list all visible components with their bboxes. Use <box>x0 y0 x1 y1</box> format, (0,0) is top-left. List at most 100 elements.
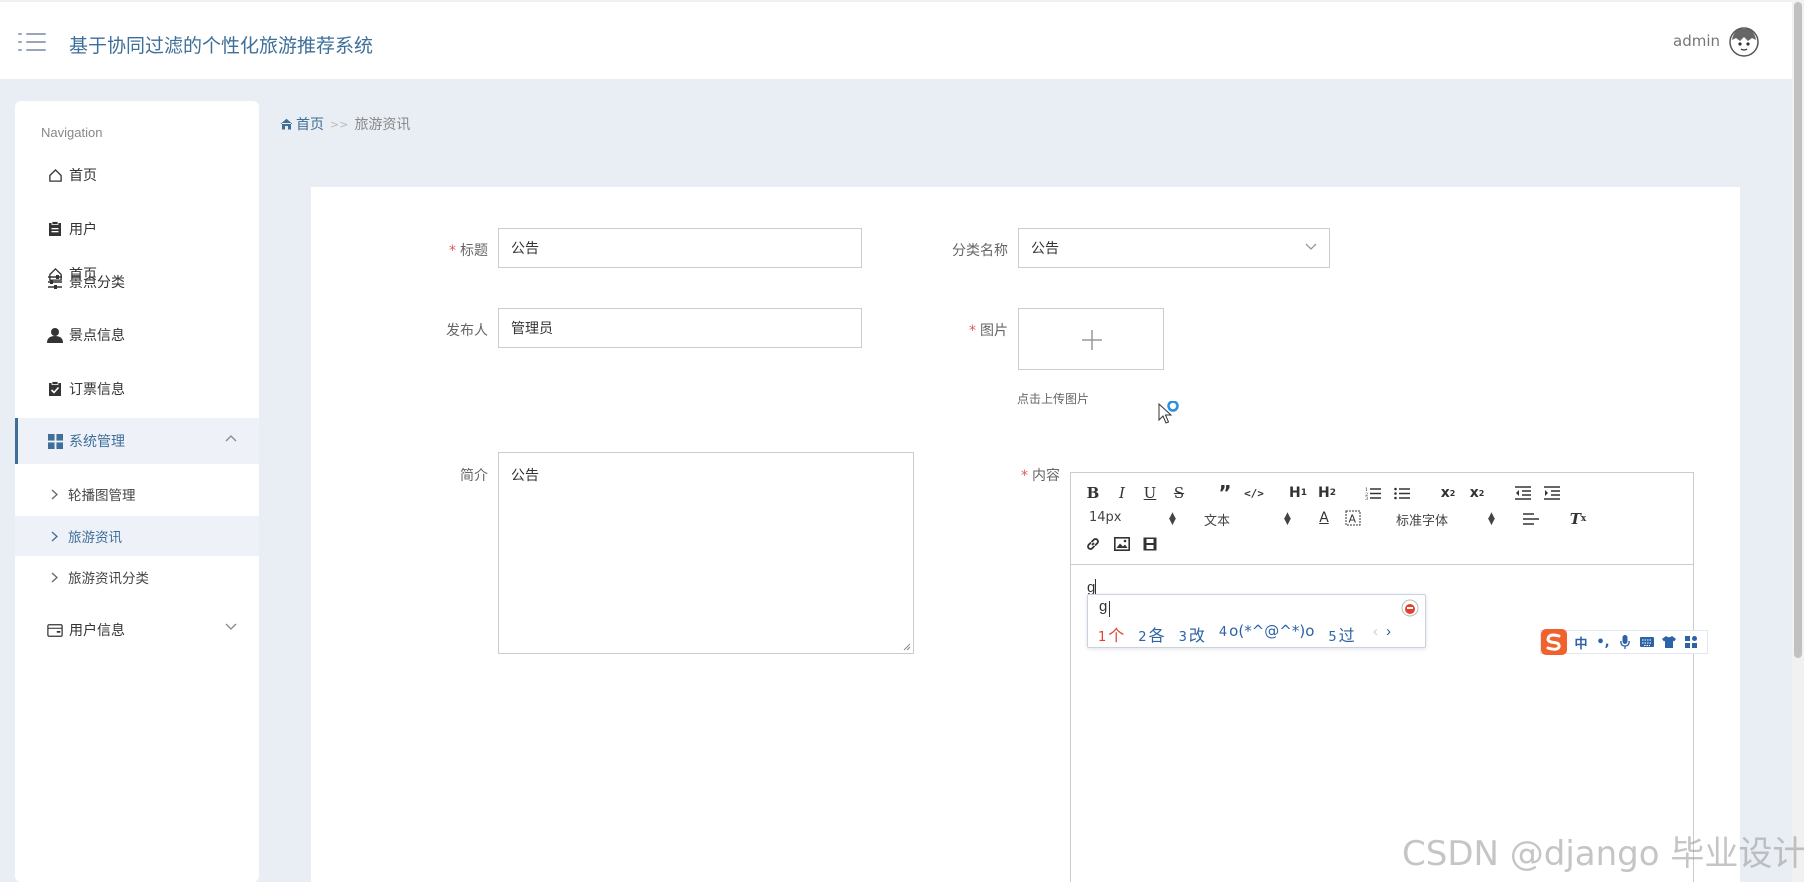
subscript-icon[interactable]: x2 <box>1438 483 1458 503</box>
sidebar-item-label: 用户 <box>69 222 97 238</box>
sidebar-subitem-label: 旅游资讯分类 <box>68 571 149 587</box>
background-color-icon[interactable]: A <box>1343 508 1363 528</box>
image-icon[interactable] <box>1112 534 1132 554</box>
clipboard-icon <box>47 221 63 237</box>
sidebar-subitem-travel-news[interactable]: 旅游资讯 <box>15 516 259 556</box>
skin-shirt-icon[interactable] <box>1662 635 1676 649</box>
content-label: * 内容 <box>1021 468 1060 484</box>
sidebar-item-scenic-info[interactable]: 景点信息 <box>15 312 259 358</box>
watermark: CSDN @django 毕业设计 <box>1402 834 1804 874</box>
select-arrows-icon: ▲ ▼ <box>1169 511 1176 527</box>
title-input[interactable]: 公告 <box>498 228 862 268</box>
ime-skin-icon[interactable] <box>1401 599 1419 617</box>
breadcrumb-separator: >> <box>330 117 349 131</box>
title-label: * 标题 <box>449 243 488 259</box>
sliders-icon <box>47 274 63 290</box>
ime-candidate-popup: g 1个 2各 3改 4 o(*^@^*)o 5过 ‹› <box>1087 594 1426 648</box>
code-block-icon[interactable]: </> <box>1244 483 1264 503</box>
breadcrumb: 首页 >> 旅游资讯 <box>280 114 410 134</box>
username[interactable]: admin <box>1673 32 1720 50</box>
wallet-icon <box>47 622 63 638</box>
content-editor[interactable]: B I U S ” </> H1 H2 123 x2 x2 14px ▲ ▼ 文本… <box>1070 472 1694 882</box>
bold-icon[interactable]: B <box>1083 483 1103 503</box>
category-select-value: 公告 <box>1031 241 1059 257</box>
chevron-down-icon <box>225 623 237 630</box>
ordered-list-icon[interactable]: 123 <box>1363 483 1383 503</box>
italic-icon[interactable]: I <box>1112 483 1132 503</box>
sidebar-item-label: 订票信息 <box>69 382 125 398</box>
sidebar-item-home[interactable]: 首页 <box>15 152 259 198</box>
image-upload-button[interactable] <box>1018 308 1164 370</box>
sidebar-item-users[interactable]: 用户 <box>15 206 259 252</box>
microphone-icon[interactable] <box>1618 635 1632 649</box>
publisher-label: 发布人 <box>446 323 488 339</box>
clear-format-icon[interactable]: Tx <box>1568 509 1588 529</box>
upload-hint: 点击上传图片 <box>1017 392 1090 406</box>
ime-candidate[interactable]: 5过 <box>1328 622 1354 646</box>
svg-text:A: A <box>1349 513 1357 526</box>
ime-candidate[interactable]: 4 o(*^@^*)o <box>1219 622 1314 646</box>
ime-prev-icon: ‹ <box>1373 623 1386 640</box>
category-select[interactable]: 公告 <box>1018 228 1330 268</box>
sidebar-item-label: 用户信息 <box>69 623 125 639</box>
home-icon <box>280 118 293 130</box>
sidebar-subitem-label: 旅游资讯 <box>68 530 122 546</box>
page-scrollbar-thumb[interactable] <box>1794 2 1802 658</box>
superscript-icon[interactable]: x2 <box>1467 483 1487 503</box>
home-icon <box>47 167 63 183</box>
outdent-icon[interactable] <box>1513 483 1533 503</box>
ime-caret <box>1109 601 1110 617</box>
user-avatar-icon[interactable] <box>1728 26 1760 58</box>
publisher-input[interactable]: 管理员 <box>498 308 862 348</box>
app-title: 基于协同过滤的个性化旅游推荐系统 <box>69 35 374 57</box>
image-label: * 图片 <box>969 323 1008 339</box>
grid-icon <box>47 433 63 449</box>
summary-label: 简介 <box>460 468 488 484</box>
strikethrough-icon[interactable]: S <box>1169 483 1189 503</box>
toolbox-grid-icon[interactable] <box>1684 635 1698 649</box>
ime-punctuation-toggle[interactable]: •, <box>1596 635 1610 650</box>
summary-textarea[interactable]: 公告 <box>498 452 914 654</box>
sidebar-subitem-carousel[interactable]: 轮播图管理 <box>15 474 259 514</box>
ime-mode-toggle[interactable]: 中 <box>1574 635 1588 652</box>
hamburger-menu-icon[interactable] <box>18 31 46 53</box>
link-icon[interactable] <box>1083 534 1103 554</box>
sidebar-item-scenic-category[interactable]: 景点分类 <box>15 259 259 305</box>
align-left-icon[interactable] <box>1521 509 1541 529</box>
ime-toolbar[interactable]: 中 •, <box>1539 627 1708 657</box>
sidebar-item-ticket-info[interactable]: 订票信息 <box>15 366 259 412</box>
sidebar-item-user-info[interactable]: 用户信息 <box>15 607 259 653</box>
header-format-select[interactable]: 文本 ▲ ▼ <box>1204 510 1292 530</box>
ime-pager[interactable]: ‹› <box>1373 623 1399 640</box>
sogou-logo-icon[interactable] <box>1539 627 1569 657</box>
svg-text:3: 3 <box>1365 496 1368 500</box>
sidebar-subitem-label: 轮播图管理 <box>68 488 136 504</box>
ime-candidate[interactable]: 3改 <box>1179 622 1205 646</box>
ime-candidates: 1个 2各 3改 4 o(*^@^*)o 5过 <box>1098 622 1369 646</box>
ime-composition-text: g <box>1099 598 1108 615</box>
heading1-icon[interactable]: H1 <box>1288 483 1308 503</box>
ime-candidate[interactable]: 2各 <box>1138 622 1164 646</box>
bullet-list-icon[interactable] <box>1392 483 1412 503</box>
font-size-select[interactable]: 14px ▲ ▼ <box>1089 510 1177 527</box>
ime-candidate[interactable]: 1个 <box>1098 622 1124 646</box>
underline-icon[interactable]: U <box>1140 483 1160 503</box>
video-icon[interactable] <box>1140 534 1160 554</box>
sidebar-item-label: 系统管理 <box>69 434 125 450</box>
sidebar-item-system-management[interactable]: 系统管理 <box>15 418 259 464</box>
nav-caption: Navigation <box>41 125 103 140</box>
breadcrumb-home[interactable]: 首页 <box>280 114 324 134</box>
blockquote-icon[interactable]: ” <box>1215 481 1235 505</box>
chevron-down-icon <box>1305 243 1317 250</box>
heading2-icon[interactable]: H2 <box>1317 483 1337 503</box>
sidebar-subitem-news-category[interactable]: 旅游资讯分类 <box>15 557 259 597</box>
resize-handle-icon[interactable] <box>901 641 911 651</box>
breadcrumb-current: 旅游资讯 <box>354 117 411 133</box>
ime-next-icon: › <box>1386 623 1399 640</box>
keyboard-icon[interactable] <box>1640 635 1654 649</box>
font-family-select[interactable]: 标准字体 ▲ ▼ <box>1396 510 1496 530</box>
font-color-icon[interactable]: A <box>1314 508 1334 528</box>
chevron-right-icon <box>51 531 58 542</box>
indent-icon[interactable] <box>1542 483 1562 503</box>
select-arrows-icon: ▲ ▼ <box>1488 511 1495 527</box>
